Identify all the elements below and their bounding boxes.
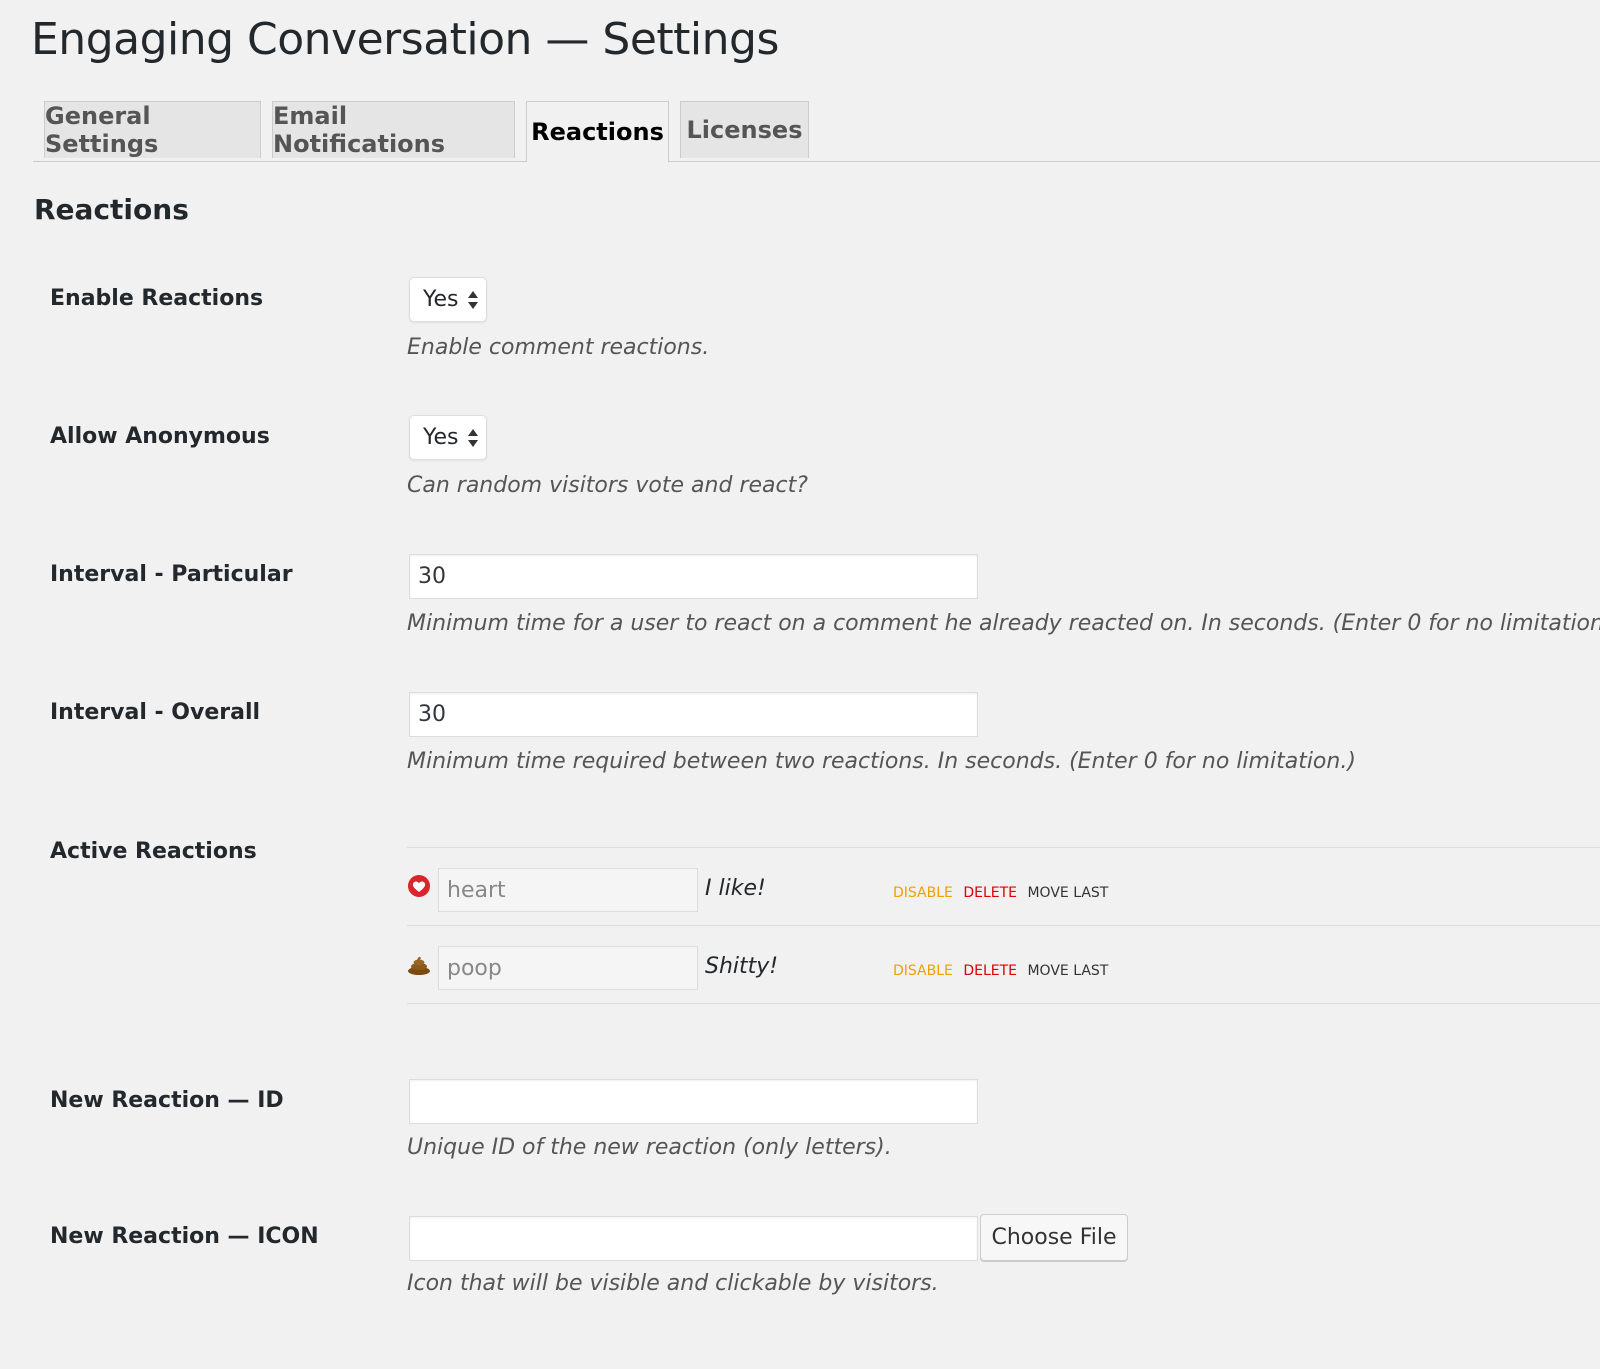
interval-particular-description: Minimum time for a user to react on a co…	[407, 611, 1600, 636]
active-reactions-label: Active Reactions	[50, 839, 257, 864]
settings-tabs: General Settings Email Notifications Rea…	[33, 101, 1600, 162]
new-reaction-icon-input[interactable]	[409, 1216, 978, 1261]
new-reaction-icon-label: New Reaction — ICON	[50, 1224, 319, 1249]
heart-icon[interactable]	[407, 874, 431, 898]
interval-overall-input[interactable]: 30	[409, 692, 978, 737]
enable-reactions-value: Yes	[423, 287, 459, 312]
reaction-actions: DISABLE DELETE MOVE LAST	[893, 885, 1114, 901]
disable-link[interactable]: DISABLE	[893, 963, 953, 979]
disable-link[interactable]: DISABLE	[893, 885, 953, 901]
reaction-id-field[interactable]: heart	[438, 868, 698, 912]
allow-anonymous-description: Can random visitors vote and react?	[407, 473, 808, 498]
page-title: Engaging Conversation — Settings	[31, 14, 779, 65]
delete-link[interactable]: DELETE	[963, 885, 1017, 901]
tab-email-notifications[interactable]: Email Notifications	[272, 101, 515, 158]
tab-licenses[interactable]: Licenses	[680, 101, 809, 158]
allow-anonymous-select[interactable]: Yes	[409, 415, 487, 460]
select-arrows-icon	[468, 291, 478, 309]
choose-file-button[interactable]: Choose File	[980, 1214, 1128, 1261]
allow-anonymous-value: Yes	[423, 425, 459, 450]
section-title: Reactions	[34, 193, 189, 226]
new-reaction-icon-description: Icon that will be visible and clickable …	[407, 1271, 939, 1296]
new-reaction-id-description: Unique ID of the new reaction (only lett…	[407, 1135, 892, 1160]
reaction-label: I like!	[705, 876, 766, 901]
interval-particular-input[interactable]: 30	[409, 554, 978, 599]
tab-general-settings[interactable]: General Settings	[44, 101, 261, 158]
poop-icon[interactable]	[407, 952, 431, 976]
active-reactions-table: heart I like! DISABLE DELETE MOVE LAST p…	[407, 847, 1600, 1004]
delete-link[interactable]: DELETE	[963, 963, 1017, 979]
enable-reactions-label: Enable Reactions	[50, 286, 264, 311]
reaction-label: Shitty!	[705, 954, 779, 979]
allow-anonymous-label: Allow Anonymous	[50, 424, 270, 449]
move-last-link[interactable]: MOVE LAST	[1027, 885, 1108, 901]
reaction-row: poop Shitty! DISABLE DELETE MOVE LAST	[407, 925, 1600, 1004]
enable-reactions-select[interactable]: Yes	[409, 277, 487, 322]
reaction-row: heart I like! DISABLE DELETE MOVE LAST	[407, 847, 1600, 925]
reaction-actions: DISABLE DELETE MOVE LAST	[893, 963, 1114, 979]
move-last-link[interactable]: MOVE LAST	[1027, 963, 1108, 979]
interval-overall-label: Interval - Overall	[50, 700, 261, 725]
select-arrows-icon	[468, 429, 478, 447]
new-reaction-id-input[interactable]	[409, 1079, 978, 1124]
interval-overall-description: Minimum time required between two reacti…	[407, 749, 1356, 774]
interval-particular-label: Interval - Particular	[50, 562, 293, 587]
enable-reactions-description: Enable comment reactions.	[407, 335, 710, 360]
tab-reactions[interactable]: Reactions	[526, 101, 669, 162]
new-reaction-id-label: New Reaction — ID	[50, 1088, 284, 1113]
reaction-id-field[interactable]: poop	[438, 946, 698, 990]
